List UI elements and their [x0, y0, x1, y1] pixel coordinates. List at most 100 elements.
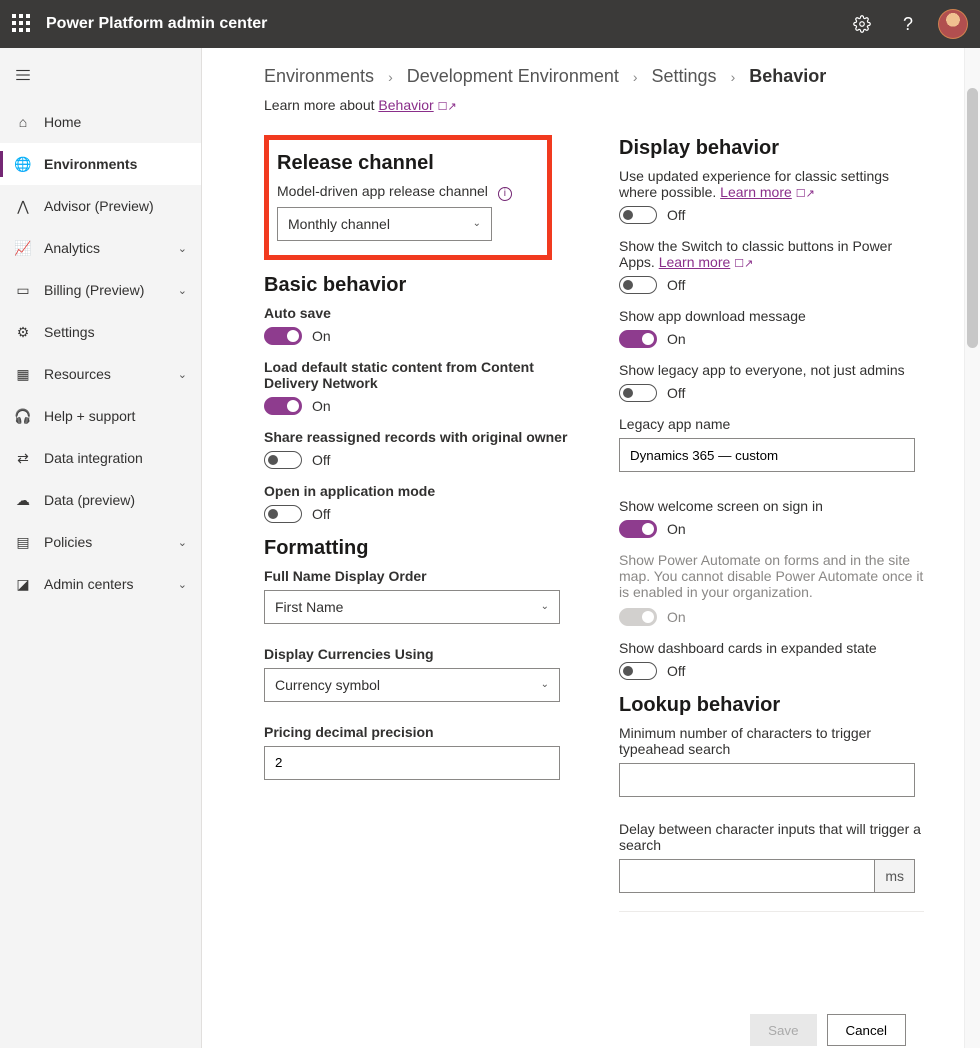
- select-value: First Name: [275, 599, 343, 615]
- settings-icon: ⚙: [14, 324, 32, 341]
- sidebar-item-analytics[interactable]: 📈Analytics⌄: [0, 227, 201, 269]
- toggle-state: On: [667, 521, 686, 537]
- scrollbar[interactable]: [964, 48, 980, 1048]
- display-behavior-heading: Display behavior: [619, 137, 924, 160]
- delay-input[interactable]: [619, 859, 874, 893]
- cdn-label: Load default static content from Content…: [264, 359, 569, 391]
- main-content: Environments› Development Environment› S…: [202, 48, 964, 1048]
- sidebar-item-billing[interactable]: ▭Billing (Preview)⌄: [0, 269, 201, 311]
- dashboard-toggle[interactable]: [619, 662, 657, 680]
- release-channel-highlight: Release channel Model-driven app release…: [264, 135, 552, 260]
- learn-more-line: Learn more about Behavior☐↗: [264, 97, 924, 113]
- sidebar-item-data-preview[interactable]: ☁Data (preview): [0, 479, 201, 521]
- chevron-down-icon: ⌄: [178, 284, 187, 297]
- download-toggle[interactable]: [619, 330, 657, 348]
- welcome-toggle[interactable]: [619, 520, 657, 538]
- chevron-right-icon: ›: [388, 69, 393, 85]
- section-divider: [619, 911, 924, 912]
- cancel-button[interactable]: Cancel: [827, 1014, 907, 1046]
- sidebar-item-help[interactable]: 🎧Help + support: [0, 395, 201, 437]
- sidebar-item-label: Data (preview): [44, 492, 135, 508]
- updated-exp-toggle[interactable]: [619, 206, 657, 224]
- chevron-down-icon: ⌄: [541, 679, 549, 690]
- fullname-label: Full Name Display Order: [264, 568, 569, 584]
- formatting-heading: Formatting: [264, 537, 569, 560]
- minchars-label: Minimum number of characters to trigger …: [619, 725, 924, 757]
- avatar[interactable]: [938, 9, 968, 39]
- select-value: Currency symbol: [275, 677, 380, 693]
- admin-centers-icon: ◪: [14, 576, 32, 593]
- scrollbar-thumb[interactable]: [967, 88, 978, 348]
- sidebar-item-policies[interactable]: ▤Policies⌄: [0, 521, 201, 563]
- cdn-toggle[interactable]: [264, 397, 302, 415]
- sidebar-item-label: Advisor (Preview): [44, 198, 154, 214]
- updated-exp-text: Use updated experience for classic setti…: [619, 168, 924, 200]
- legacyall-toggle[interactable]: [619, 384, 657, 402]
- billing-icon: ▭: [14, 282, 32, 299]
- minchars-input[interactable]: [619, 763, 915, 797]
- info-icon[interactable]: i: [498, 187, 512, 201]
- breadcrumb-link[interactable]: Environments: [264, 66, 374, 87]
- footer-actions: Save Cancel: [750, 1014, 906, 1046]
- legacyname-input[interactable]: [619, 438, 915, 472]
- save-button[interactable]: Save: [750, 1014, 816, 1046]
- toggle-state: Off: [667, 663, 685, 679]
- appmode-toggle[interactable]: [264, 505, 302, 523]
- share-toggle[interactable]: [264, 451, 302, 469]
- fullname-select[interactable]: First Name⌄: [264, 590, 560, 624]
- delay-suffix: ms: [874, 859, 915, 893]
- basic-behavior-heading: Basic behavior: [264, 274, 569, 297]
- share-label: Share reassigned records with original o…: [264, 429, 569, 445]
- chevron-down-icon: ⌄: [178, 536, 187, 549]
- dashboard-label: Show dashboard cards in expanded state: [619, 640, 924, 656]
- sidebar-item-settings[interactable]: ⚙ Settings: [0, 311, 201, 353]
- sidebar-item-home[interactable]: ⌂ Home: [0, 101, 201, 143]
- breadcrumb-link[interactable]: Development Environment: [407, 66, 619, 87]
- toggle-state: Off: [667, 277, 685, 293]
- chevron-down-icon: ⌄: [178, 368, 187, 381]
- external-link-icon: ☐↗: [796, 187, 815, 200]
- legacyall-label: Show legacy app to everyone, not just ad…: [619, 362, 924, 378]
- sidebar-item-resources[interactable]: ▦ Resources ⌄: [0, 353, 201, 395]
- sidebar-nav: ⌂ Home 🌐Environments ⋀Advisor (Preview) 📈…: [0, 48, 202, 1048]
- external-link-icon: ☐↗: [734, 257, 753, 270]
- autosave-toggle[interactable]: [264, 327, 302, 345]
- release-channel-select[interactable]: Monthly channel ⌄: [277, 207, 492, 241]
- currency-label: Display Currencies Using: [264, 646, 569, 662]
- sidebar-item-label: Home: [44, 114, 81, 130]
- chevron-down-icon: ⌄: [178, 578, 187, 591]
- headset-icon: 🎧: [14, 408, 32, 425]
- home-icon: ⌂: [14, 114, 32, 130]
- app-launcher-icon[interactable]: [12, 14, 32, 34]
- breadcrumb-current: Behavior: [749, 66, 826, 87]
- lookup-behavior-heading: Lookup behavior: [619, 694, 924, 717]
- switch-classic-toggle[interactable]: [619, 276, 657, 294]
- sidebar-item-advisor[interactable]: ⋀Advisor (Preview): [0, 185, 201, 227]
- sidebar-item-data-integration[interactable]: ⇄Data integration: [0, 437, 201, 479]
- select-value: Monthly channel: [288, 216, 390, 232]
- learn-more-link[interactable]: Learn more: [720, 184, 792, 200]
- policies-icon: ▤: [14, 534, 32, 551]
- autosave-label: Auto save: [264, 305, 569, 321]
- currency-select[interactable]: Currency symbol ⌄: [264, 668, 560, 702]
- resources-icon: ▦: [14, 366, 32, 383]
- release-channel-heading: Release channel: [277, 152, 533, 175]
- sidebar-item-label: Settings: [44, 324, 95, 340]
- sidebar-item-environments[interactable]: 🌐Environments: [0, 143, 201, 185]
- breadcrumb: Environments› Development Environment› S…: [264, 66, 924, 87]
- behavior-doc-link[interactable]: Behavior: [378, 97, 433, 113]
- switch-classic-text: Show the Switch to classic buttons in Po…: [619, 238, 924, 270]
- welcome-label: Show welcome screen on sign in: [619, 498, 924, 514]
- toggle-state: Off: [667, 385, 685, 401]
- help-icon[interactable]: ?: [892, 8, 924, 40]
- toggle-state: On: [667, 609, 686, 625]
- sidebar-item-admin-centers[interactable]: ◪Admin centers⌄: [0, 563, 201, 605]
- learn-more-link[interactable]: Learn more: [659, 254, 731, 270]
- gear-icon[interactable]: [846, 8, 878, 40]
- breadcrumb-link[interactable]: Settings: [652, 66, 717, 87]
- sidebar-item-label: Resources: [44, 366, 111, 382]
- top-app-bar: Power Platform admin center ?: [0, 0, 980, 48]
- toggle-state: On: [667, 331, 686, 347]
- precision-input[interactable]: [264, 746, 560, 780]
- hamburger-icon[interactable]: [0, 58, 201, 101]
